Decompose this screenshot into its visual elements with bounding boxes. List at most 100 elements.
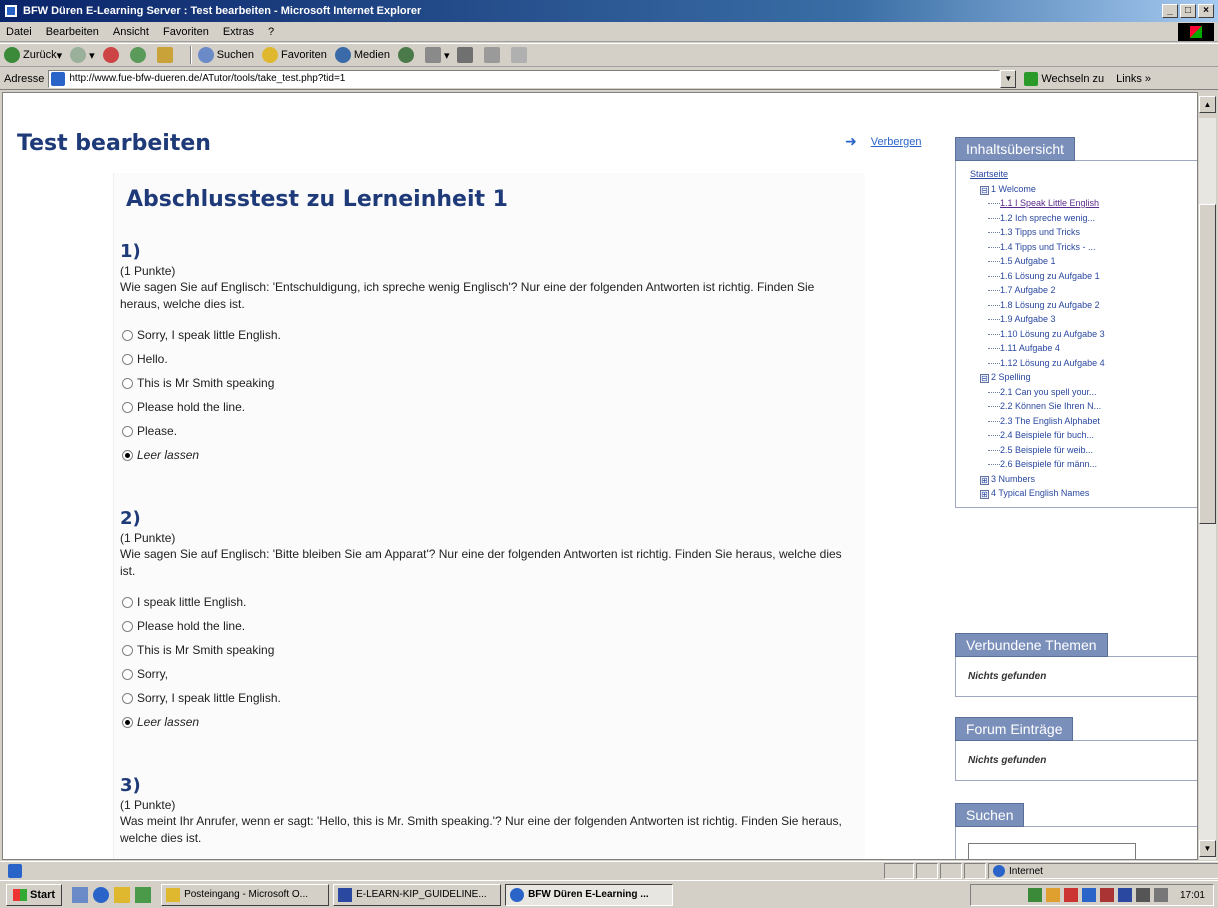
edit-button[interactable] [484,47,503,63]
search-input[interactable] [968,843,1136,859]
toc-page[interactable]: 2.5 Beispiele für weib... [970,443,1194,458]
toc-page[interactable]: 1.10 Lösung zu Aufgabe 3 [970,327,1194,342]
search-button[interactable]: Suchen [197,47,254,63]
toc-page[interactable]: 1.9 Aufgabe 3 [970,312,1194,327]
menu-view[interactable]: Ansicht [113,26,149,38]
answer-option[interactable]: Please. [120,419,850,443]
menu-tools[interactable]: Extras [223,26,254,38]
expand-icon[interactable]: ⊞ [980,490,989,499]
answer-option[interactable]: Sorry, I speak little English. [120,686,850,710]
desktop-icon[interactable] [72,886,89,903]
hide-menu-control[interactable]: ➜ Verbergen [845,133,922,150]
toc-page[interactable]: 1.5 Aufgabe 1 [970,254,1194,269]
radio-button[interactable] [122,668,133,680]
scroll-up-button[interactable]: ▲ [1199,96,1216,113]
toc-page[interactable]: 2.1 Can you spell your... [970,385,1194,400]
address-dropdown-button[interactable]: ▼ [1000,69,1017,88]
home-button[interactable] [156,47,176,63]
toc-page[interactable]: 2.3 The English Alphabet [970,414,1194,429]
task-ie-active[interactable]: BFW Düren E-Learning ... [505,883,674,906]
toc-page[interactable]: 2.4 Beispiele für buch... [970,428,1194,443]
answer-option[interactable]: Hello. [120,347,850,371]
favorites-button[interactable]: Favoriten [262,47,327,63]
hide-link[interactable]: Verbergen [871,136,922,148]
tray-icon[interactable] [1027,888,1042,902]
toc-page[interactable]: 1.2 Ich spreche wenig... [970,211,1194,226]
toc-page[interactable]: 1.1 I Speak Little English [970,196,1194,211]
toc-home-link[interactable]: Startseite [970,169,1008,179]
answer-option-leave-blank[interactable]: Leer lassen [120,710,850,734]
menu-favorites[interactable]: Favoriten [163,26,209,38]
answer-option[interactable]: I speak little English. [120,590,850,614]
tray-icon[interactable] [1135,888,1150,902]
close-button[interactable]: × [1198,4,1214,18]
start-button[interactable]: Start [6,883,63,906]
radio-button[interactable] [122,644,133,656]
radio-button-selected[interactable] [122,449,133,461]
mail-button[interactable]: ▾ [424,47,449,63]
tray-icon[interactable] [1063,888,1078,902]
answer-option[interactable]: This is Mr Smith speaking [120,371,850,395]
app-icon[interactable] [135,886,152,903]
vertical-scrollbar[interactable]: ▲ ▼ [1199,96,1216,860]
tray-icon[interactable] [1153,888,1168,902]
toc-chapter[interactable]: ⊞ 4 Typical English Names [970,486,1194,501]
answer-option[interactable]: Sorry, I speak little English. [120,323,850,347]
tray-icon[interactable] [1099,888,1114,902]
toc-page[interactable]: 1.12 Lösung zu Aufgabe 4 [970,356,1194,371]
address-input[interactable]: http://www.fue-bfw-dueren.de/ATutor/tool… [48,69,1001,88]
ie-icon[interactable] [93,886,110,903]
scroll-down-button[interactable]: ▼ [1199,840,1216,857]
radio-button[interactable] [122,620,133,632]
tray-icon[interactable] [1081,888,1096,902]
stop-button[interactable] [102,47,122,63]
tray-icon[interactable] [1045,888,1060,902]
radio-button[interactable] [122,353,133,365]
answer-option[interactable]: Please hold the line. [120,395,850,419]
toc-chapter[interactable]: ⊟ 2 Spelling [970,370,1194,385]
collapse-icon[interactable]: ⊟ [980,374,989,383]
menu-edit[interactable]: Bearbeiten [46,26,99,38]
menu-help[interactable]: ? [268,26,274,38]
toc-page[interactable]: 1.4 Tipps und Tricks - ... [970,240,1194,255]
tray-icon[interactable] [1117,888,1132,902]
task-outlook[interactable]: Posteingang - Microsoft O... [161,883,330,906]
answer-option[interactable]: Please hold the line. [120,614,850,638]
answer-option-leave-blank[interactable]: Leer lassen [120,443,850,467]
print-button[interactable] [457,47,476,63]
forward-button[interactable]: ▾ [70,47,95,63]
refresh-button[interactable] [129,47,149,63]
toc-page[interactable]: 1.8 Lösung zu Aufgabe 2 [970,298,1194,313]
radio-button[interactable] [122,596,133,608]
task-word[interactable]: E-LEARN-KIP_GUIDELINE... [333,883,502,906]
outlook-icon[interactable] [114,886,131,903]
radio-button[interactable] [122,401,133,413]
toc-page[interactable]: 1.3 Tipps und Tricks [970,225,1194,240]
toc-page[interactable]: 2.6 Beispiele für männ... [970,457,1194,472]
radio-button[interactable] [122,377,133,389]
toc-chapter[interactable]: ⊟ 1 Welcome [970,182,1194,197]
window-titlebar[interactable]: BFW Düren E-Learning Server : Test bearb… [0,0,1218,22]
toc-page[interactable]: 1.7 Aufgabe 2 [970,283,1194,298]
back-button[interactable]: Zurück ▾ [4,47,62,63]
radio-button[interactable] [122,692,133,704]
answer-option[interactable]: This is Mr Smith speaking [120,638,850,662]
history-button[interactable] [397,47,417,63]
toc-chapter[interactable]: ⊞ 3 Numbers [970,472,1194,487]
toc-page[interactable]: 2.2 Können Sie Ihren N... [970,399,1194,414]
radio-button-selected[interactable] [122,716,133,728]
minimize-button[interactable]: _ [1162,4,1178,18]
toc-page[interactable]: 1.11 Aufgabe 4 [970,341,1194,356]
radio-button[interactable] [122,329,133,341]
go-button[interactable]: Wechseln zu [1024,71,1104,86]
expand-icon[interactable]: ⊞ [980,475,989,485]
answer-option[interactable]: Sorry, [120,662,850,686]
links-button[interactable]: Links » [1116,73,1151,85]
toc-page[interactable]: 1.6 Lösung zu Aufgabe 1 [970,269,1194,284]
collapse-icon[interactable]: ⊟ [980,185,989,195]
media-button[interactable]: Medien [334,47,390,63]
discuss-button[interactable] [511,47,530,63]
menu-file[interactable]: Datei [6,26,32,38]
maximize-button[interactable]: □ [1180,4,1196,18]
scroll-thumb[interactable] [1199,204,1216,524]
